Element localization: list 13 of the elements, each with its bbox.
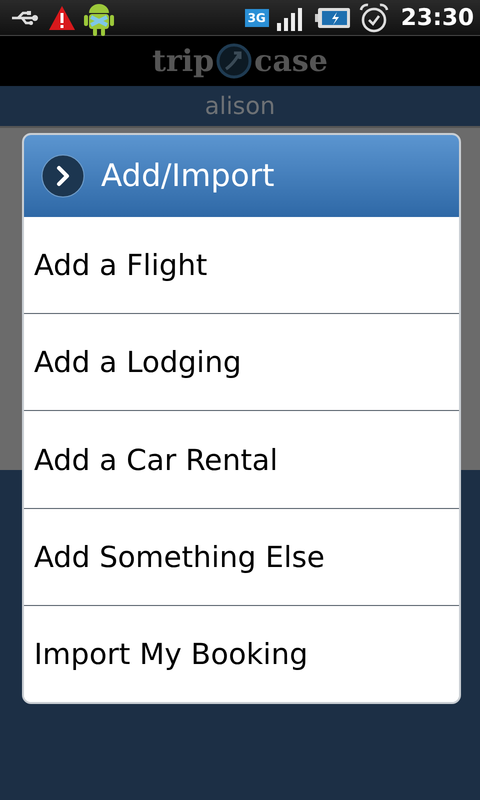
menu-item[interactable]: Import My Booking — [24, 604, 459, 702]
alarm-clock-icon — [358, 2, 389, 32]
logo-text: trip — [152, 44, 214, 78]
warning-icon — [48, 4, 76, 30]
battery-icon — [314, 6, 351, 28]
logo-text: case — [254, 44, 328, 78]
network-type-icon: 3G — [244, 8, 269, 26]
chevron-icon — [41, 154, 85, 198]
usb-icon — [10, 8, 40, 26]
user-name: alison — [204, 92, 276, 120]
clock-time: 23:30 — [400, 4, 474, 30]
dialog-title: Add/Import — [101, 158, 274, 194]
logo-mark-icon — [216, 43, 252, 79]
